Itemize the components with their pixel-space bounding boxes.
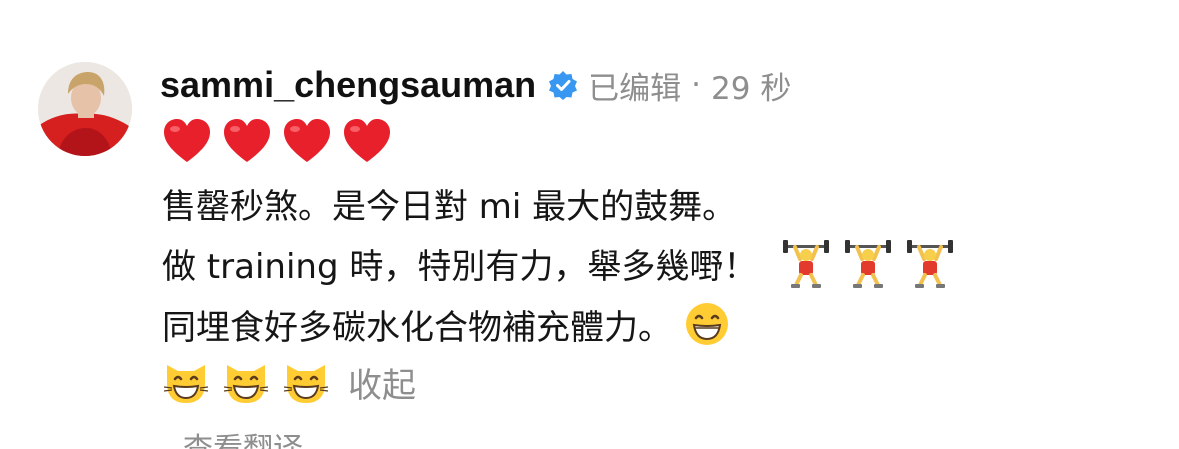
grinning-cat-icon [163,365,209,403]
comment-text-line: 收起 [162,356,416,408]
comment-text-line: 同埋食好多碳水化合物補充體力。 [162,296,730,352]
comment-time: 29 秒 [711,70,792,107]
red-heart-icon [284,119,330,162]
comment-text: 做 training 時，特別有力，舉多幾嘢！ [162,246,758,287]
grinning-face-icon [686,303,728,345]
verified-badge-icon [548,70,578,100]
comment-text-line: 做 training 時，特別有力，舉多幾嘢！ [162,235,955,291]
hearts-row [162,117,402,165]
comment: sammi_chengsauman 已编辑 · 29 秒 售罄秒煞。是今日對 m… [0,0,1179,449]
see-translation-link[interactable]: 查看翻译 [183,424,303,449]
red-heart-icon [224,119,270,162]
avatar[interactable] [38,62,132,156]
red-heart-icon [164,119,210,162]
red-heart-icon [344,119,390,162]
edited-label: 已编辑 [588,70,682,107]
comment-text: 同埋食好多碳水化合物補充體力。 [162,307,672,348]
weightlifter-icon [907,240,954,288]
collapse-link[interactable]: 收起 [348,358,416,407]
comment-text-line: 售罄秒煞。是今日對 mi 最大的鼓舞。 [162,178,736,228]
username-link[interactable]: sammi_chengsauman [160,64,536,106]
comment-text: 售罄秒煞。是今日對 mi 最大的鼓舞。 [162,186,737,227]
meta-separator: · [691,67,702,103]
grinning-cat-icon [283,365,329,403]
weightlifter-icon [845,240,892,288]
grinning-cat-icon [223,365,269,403]
comment-header: sammi_chengsauman 已编辑 · 29 秒 [160,62,791,108]
weightlifter-icon [783,240,830,288]
